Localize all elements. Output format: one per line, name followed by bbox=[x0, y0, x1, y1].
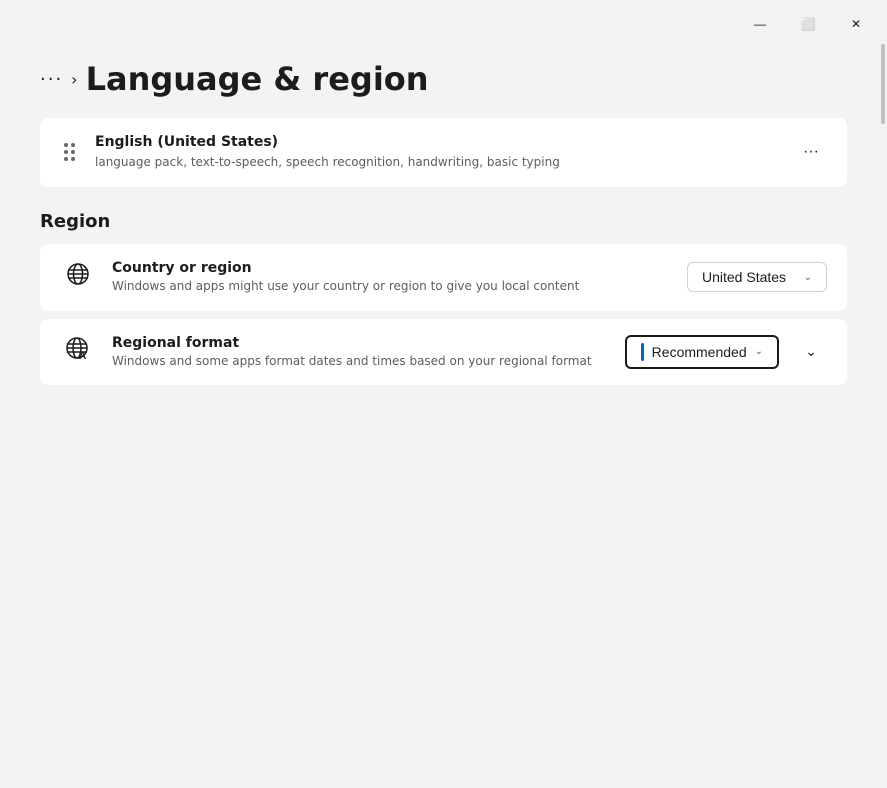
country-region-card: Country or region Windows and apps might… bbox=[40, 244, 847, 311]
expand-chevron-icon: ⌄ bbox=[805, 343, 817, 360]
country-region-value: United States bbox=[702, 269, 786, 285]
svg-text:A: A bbox=[79, 351, 86, 362]
regional-format-chevron-icon: ⌄ bbox=[755, 346, 763, 357]
globe-icon bbox=[60, 262, 96, 292]
language-features: language pack, text-to-speech, speech re… bbox=[95, 154, 779, 171]
scrollbar-track[interactable] bbox=[879, 40, 887, 788]
regional-format-expand-button[interactable]: ⌄ bbox=[795, 336, 827, 368]
country-region-label: Country or region bbox=[112, 260, 671, 276]
country-region-info: Country or region Windows and apps might… bbox=[112, 260, 671, 295]
regional-format-dropdown[interactable]: Recommended ⌄ bbox=[625, 335, 779, 369]
close-button[interactable]: ✕ bbox=[833, 9, 879, 39]
country-region-dropdown[interactable]: United States ⌄ bbox=[687, 262, 827, 292]
country-region-desc: Windows and apps might use your country … bbox=[112, 278, 671, 295]
window-controls: — ⬜ ✕ bbox=[737, 9, 879, 39]
language-card: English (United States) language pack, t… bbox=[40, 118, 847, 187]
drag-dot bbox=[71, 157, 75, 161]
drag-handle-row-top bbox=[64, 143, 75, 147]
drag-handle[interactable] bbox=[60, 139, 79, 165]
regional-format-label: Regional format bbox=[112, 335, 609, 351]
country-region-row: Country or region Windows and apps might… bbox=[40, 244, 847, 311]
language-info: English (United States) language pack, t… bbox=[95, 134, 779, 171]
regional-format-icon: A bbox=[60, 335, 96, 369]
drag-dot bbox=[71, 150, 75, 154]
drag-handle-row-bot bbox=[64, 157, 75, 161]
breadcrumb-chevron-icon: › bbox=[71, 70, 77, 89]
maximize-button[interactable]: ⬜ bbox=[785, 9, 831, 39]
drag-dot bbox=[71, 143, 75, 147]
drag-dot bbox=[64, 157, 68, 161]
breadcrumb: ··· › Language & region bbox=[40, 60, 847, 98]
blue-accent-bar bbox=[641, 343, 644, 361]
regional-format-value: Recommended bbox=[652, 344, 747, 360]
drag-handle-row-mid bbox=[64, 150, 75, 154]
country-region-chevron-icon: ⌄ bbox=[804, 272, 812, 283]
regional-format-card: A Regional format Windows and some apps … bbox=[40, 319, 847, 386]
region-section-title: Region bbox=[40, 211, 847, 232]
regional-format-info: Regional format Windows and some apps fo… bbox=[112, 335, 609, 370]
drag-dot bbox=[64, 150, 68, 154]
breadcrumb-back-dots[interactable]: ··· bbox=[40, 69, 63, 90]
minimize-button[interactable]: — bbox=[737, 9, 783, 39]
scrollbar-thumb[interactable] bbox=[881, 44, 885, 124]
page-title: Language & region bbox=[86, 60, 429, 98]
regional-format-desc: Windows and some apps format dates and t… bbox=[112, 353, 609, 370]
window: — ⬜ ✕ ··· › Language & region bbox=[0, 0, 887, 788]
language-name: English (United States) bbox=[95, 134, 779, 150]
title-bar: — ⬜ ✕ bbox=[0, 0, 887, 40]
drag-dot bbox=[64, 143, 68, 147]
content-area: ··· › Language & region bbox=[0, 40, 887, 788]
regional-format-row: A Regional format Windows and some apps … bbox=[40, 319, 847, 386]
language-more-button[interactable]: ··· bbox=[795, 136, 827, 168]
